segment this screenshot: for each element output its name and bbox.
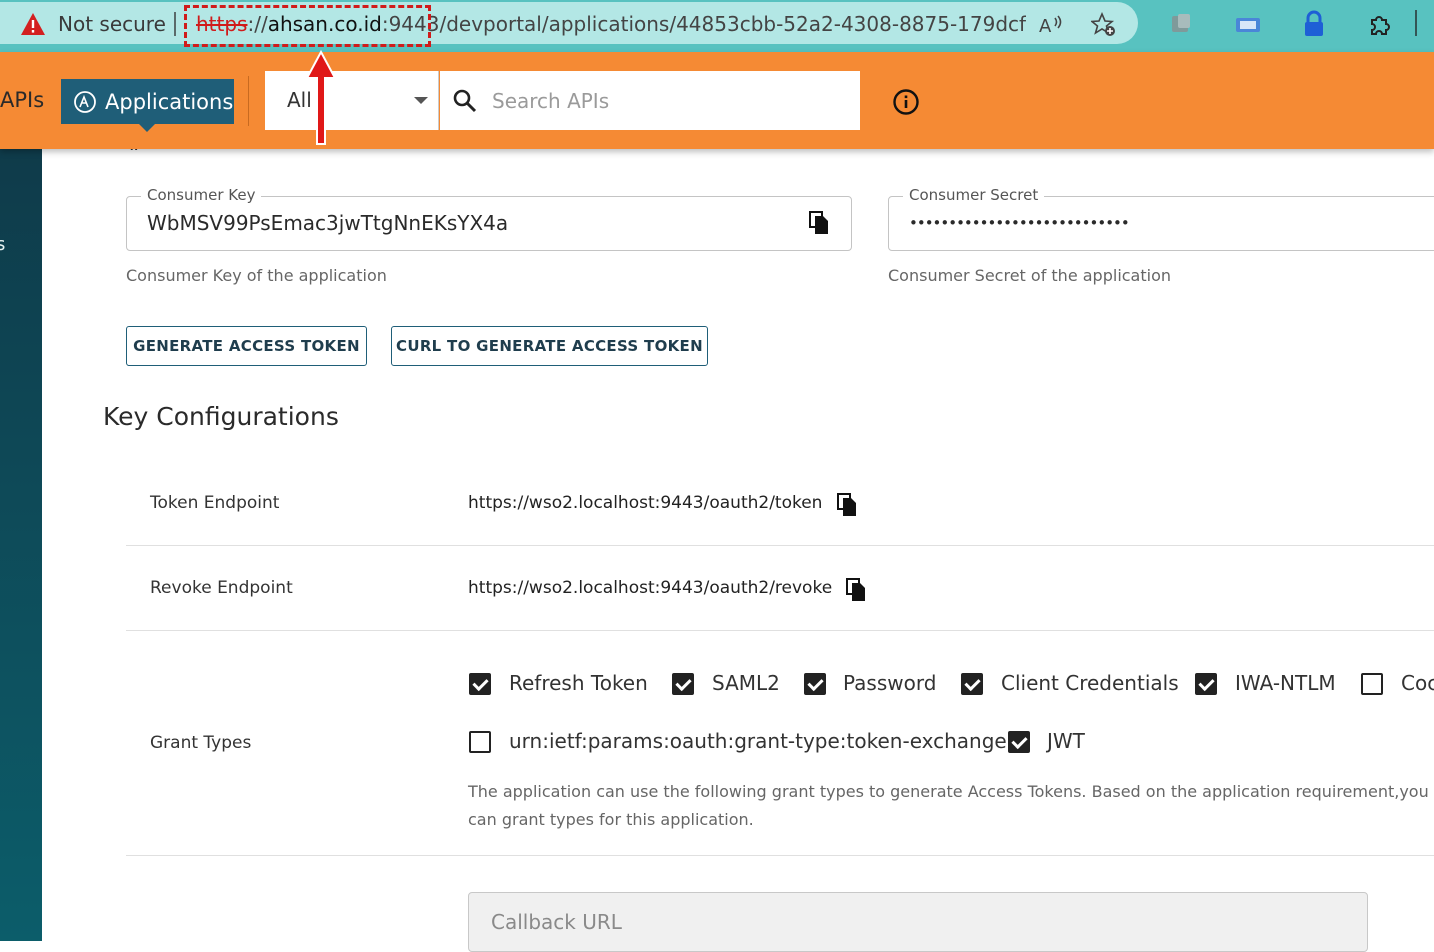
generate-access-token-button[interactable]: GENERATE ACCESS TOKEN [126,326,367,366]
search-icon [453,89,477,113]
grant-jwt-label: JWT [1047,729,1085,753]
left-sidebar: s [0,149,42,941]
translate-icon[interactable] [1234,10,1262,38]
url-path: :9443/devportal/applications/44853cbb-52… [381,12,1026,36]
row-divider [126,630,1434,631]
grant-code-checkbox[interactable] [1361,673,1383,695]
grant-saml2-checkbox[interactable] [672,673,694,695]
consumer-secret-label: Consumer Secret [903,186,1045,204]
add-favorite-icon[interactable] [1091,12,1117,38]
consumer-key-label: Consumer Key [141,186,262,204]
copy-icon[interactable] [846,578,866,602]
copy-icon[interactable] [809,211,829,235]
nav-divider [248,76,249,126]
grant-password-label: Password [843,671,937,695]
toolbar-divider [1415,10,1417,36]
grant-refresh-token-label: Refresh Token [509,671,648,695]
chevron-down-icon [414,97,428,104]
sidebar-partial-label[interactable]: s [0,234,5,255]
nav-apis[interactable]: APIs [0,88,44,112]
grant-client-credentials-checkbox[interactable] [961,673,983,695]
applications-icon [74,90,96,113]
row-divider [126,855,1434,856]
token-endpoint-label: Token Endpoint [150,493,280,513]
copy-icon[interactable] [837,493,857,517]
info-icon[interactable] [892,88,920,116]
revoke-endpoint-value: https://wso2.localhost:9443/oauth2/revok… [468,578,833,598]
puzzle-extensions-icon[interactable] [1366,10,1394,38]
revoke-endpoint-label: Revoke Endpoint [150,578,293,598]
callback-url-field [468,892,1368,952]
read-aloud-icon[interactable]: A [1038,12,1064,38]
consumer-key-value: WbMSV99PsEmac3jwTtgNnEKsYX4a [147,211,509,235]
key-configurations-title: Key Configurations [103,402,339,431]
curl-generate-access-token-button[interactable]: CURL TO GENERATE ACCESS TOKEN [391,326,708,366]
consumer-secret-field[interactable]: Consumer Secret ••••••••••••••••••••••••… [888,186,1434,251]
grant-types-label: Grant Types [150,733,252,753]
row-divider [126,545,1434,546]
app-header: APIs Applications All [0,52,1434,149]
grant-saml2-label: SAML2 [712,671,780,695]
grant-token-exchange-checkbox[interactable] [469,731,491,753]
grant-token-exchange-label: urn:ietf:params:oauth:grant-type:token-e… [509,729,1007,753]
grant-iwa-ntlm-checkbox[interactable] [1195,673,1217,695]
grant-password-checkbox[interactable] [804,673,826,695]
grant-code-label: Coc [1401,671,1434,695]
extension-icon[interactable] [1168,10,1196,38]
grant-iwa-ntlm-label: IWA-NTLM [1235,671,1336,695]
browser-toolbar: Not secure https://ahsan.co.id:9443/devp… [0,0,1434,52]
annotation-arrow-icon [305,50,337,145]
security-status[interactable]: Not secure [58,12,166,36]
api-filter-select[interactable]: All [265,71,439,130]
nav-applications-label: Applications [105,89,234,114]
svg-text:A: A [1039,16,1052,37]
consumer-secret-helper: Consumer Secret of the application [888,266,1172,285]
nav-applications[interactable]: Applications [61,79,234,132]
grant-refresh-token-checkbox[interactable] [469,673,491,695]
consumer-key-helper: Consumer Key of the application [126,266,387,285]
callback-url-input[interactable] [489,909,1349,935]
search-input[interactable] [490,71,850,130]
grant-types-helper: The application can use the following gr… [468,782,1429,829]
token-endpoint-value: https://wso2.localhost:9443/oauth2/token [468,493,823,513]
grant-jwt-checkbox[interactable] [1008,731,1030,753]
omnibox-divider [174,12,176,36]
consumer-secret-value: •••••••••••••••••••••••••••• [909,214,1130,232]
grant-client-credentials-label: Client Credentials [1001,671,1179,695]
consumer-key-field[interactable]: Consumer Key WbMSV99PsEmac3jwTtgNnEKsYX4… [126,186,852,251]
url-annotation-box [184,5,431,47]
search-box [440,71,860,130]
warning-icon[interactable] [20,12,46,36]
address-bar[interactable]: Not secure https://ahsan.co.id:9443/devp… [0,2,1138,44]
password-lock-icon[interactable] [1300,10,1328,38]
